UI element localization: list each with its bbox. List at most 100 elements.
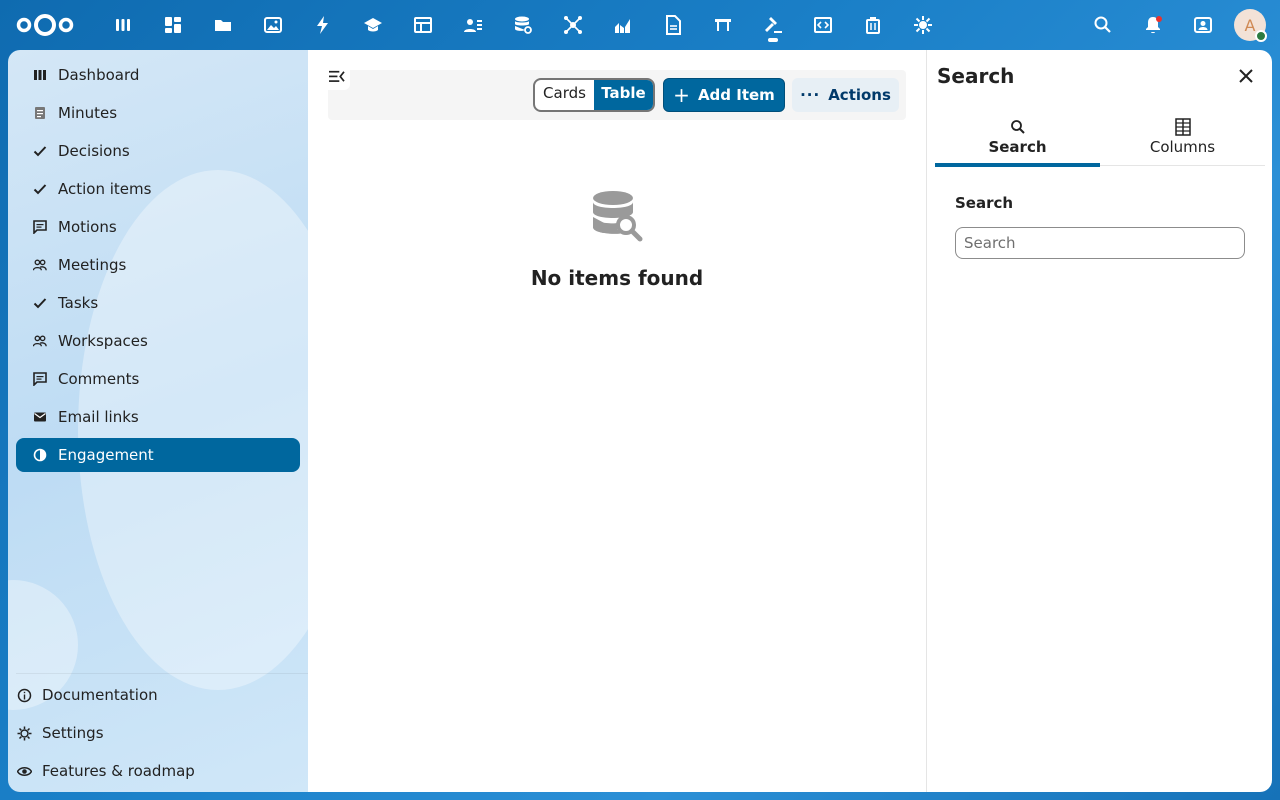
empty-state: No items found xyxy=(308,190,926,290)
email-icon xyxy=(32,409,48,425)
empty-state-title: No items found xyxy=(530,266,704,290)
view-table-option[interactable]: Table xyxy=(594,80,653,110)
sidebar-tabs: Search Columns xyxy=(935,108,1265,167)
app-trash-icon[interactable] xyxy=(848,0,898,50)
notifications-bell-icon[interactable] xyxy=(1128,0,1178,50)
nav-item-label: Dashboard xyxy=(58,66,140,84)
nav-item-meetings[interactable]: Meetings xyxy=(16,248,300,282)
avatar-letter: A xyxy=(1244,15,1256,35)
people-icon xyxy=(32,257,48,273)
nav-item-minutes[interactable]: Minutes xyxy=(16,96,300,130)
more-dots-icon: ··· xyxy=(800,86,821,104)
nav-item-engagement[interactable]: Engagement xyxy=(16,438,300,472)
nav-item-label: Workspaces xyxy=(58,332,148,350)
toggle-navigation-icon[interactable] xyxy=(324,64,348,88)
nav-item-label: Minutes xyxy=(58,104,118,122)
app-learning-icon[interactable] xyxy=(348,0,398,50)
app-tables-icon[interactable] xyxy=(398,0,448,50)
app-navigation: Dashboard Minutes Decisions Action items… xyxy=(8,50,308,792)
nav-item-email-links[interactable]: Email links xyxy=(16,400,300,434)
app-gavel-icon[interactable] xyxy=(748,0,798,50)
view-switch: Cards Table xyxy=(533,78,655,112)
nav-item-tasks[interactable]: Tasks xyxy=(16,286,300,320)
app-files-icon[interactable] xyxy=(198,0,248,50)
tab-search-label: Search xyxy=(988,138,1047,156)
notification-dot xyxy=(1156,16,1162,22)
search-input[interactable] xyxy=(955,227,1245,259)
top-header: A xyxy=(0,0,1280,50)
check-icon xyxy=(32,295,48,311)
tab-search[interactable]: Search xyxy=(935,108,1100,167)
pie-chart-icon xyxy=(32,447,48,463)
sidebar-title: Search xyxy=(937,64,1015,88)
comment-icon xyxy=(32,371,48,387)
app-database-icon[interactable] xyxy=(498,0,548,50)
nav-item-label: Comments xyxy=(58,370,140,388)
comment-icon xyxy=(32,219,48,235)
nav-footer-label: Settings xyxy=(42,724,104,742)
search-field-label: Search xyxy=(955,194,1014,212)
nav-item-motions[interactable]: Motions xyxy=(16,210,300,244)
header-right: A xyxy=(1078,0,1268,50)
check-icon xyxy=(32,143,48,159)
nav-footer-features[interactable]: Features & roadmap xyxy=(16,754,308,788)
app-whiteboard-icon[interactable] xyxy=(698,0,748,50)
tab-columns[interactable]: Columns xyxy=(1100,108,1265,166)
check-icon xyxy=(32,181,48,197)
nav-footer-documentation[interactable]: Documentation xyxy=(16,678,308,712)
close-icon[interactable] xyxy=(1236,66,1256,86)
gear-icon xyxy=(16,725,32,741)
nav-item-label: Tasks xyxy=(58,294,99,312)
app-dashboard-icon[interactable] xyxy=(148,0,198,50)
app-flow-icon[interactable] xyxy=(548,0,598,50)
search-icon xyxy=(1010,120,1025,134)
columns-icon xyxy=(1174,118,1191,136)
add-item-label: Add Item xyxy=(697,86,775,104)
right-sidebar: Search Search Columns Search xyxy=(926,50,1272,792)
tab-columns-label: Columns xyxy=(1149,138,1216,156)
nav-item-dashboard[interactable]: Dashboard xyxy=(16,58,300,92)
app-contacts-icon[interactable] xyxy=(448,0,498,50)
people-icon xyxy=(32,333,48,349)
contacts-menu-icon[interactable] xyxy=(1178,0,1228,50)
nav-item-label: Engagement xyxy=(58,446,154,464)
nextcloud-logo[interactable] xyxy=(14,12,76,38)
nav-item-workspaces[interactable]: Workspaces xyxy=(16,324,300,358)
app-menu xyxy=(98,0,948,50)
view-cards-option[interactable]: Cards xyxy=(535,80,594,110)
nav-list: Dashboard Minutes Decisions Action items… xyxy=(16,58,300,476)
nav-item-decisions[interactable]: Decisions xyxy=(16,134,300,168)
dashboard-icon xyxy=(32,67,48,83)
eye-icon xyxy=(16,763,32,779)
app-activity-icon[interactable] xyxy=(298,0,348,50)
nav-item-label: Decisions xyxy=(58,142,130,160)
nav-item-action-items[interactable]: Action items xyxy=(16,172,300,206)
nav-footer-label: Features & roadmap xyxy=(42,762,195,780)
app-photos-icon[interactable] xyxy=(248,0,298,50)
actions-label: Actions xyxy=(828,86,891,104)
nav-item-label: Action items xyxy=(58,180,152,198)
search-icon[interactable] xyxy=(1078,0,1128,50)
toolbar: Cards Table + Add Item ··· Actions xyxy=(328,70,906,120)
nav-item-label: Motions xyxy=(58,218,117,236)
nav-footer-settings[interactable]: Settings xyxy=(16,716,308,750)
online-status-icon xyxy=(1255,30,1267,42)
nav-footer: Documentation Settings Features & roadma… xyxy=(16,673,308,792)
info-icon xyxy=(16,687,32,703)
nav-item-label: Email links xyxy=(58,408,139,426)
app-code-icon[interactable] xyxy=(798,0,848,50)
app-document-icon[interactable] xyxy=(648,0,698,50)
plus-icon: + xyxy=(673,83,690,107)
database-search-icon xyxy=(593,191,643,242)
app-analytics-icon[interactable] xyxy=(598,0,648,50)
app-settings-gear-icon[interactable] xyxy=(898,0,948,50)
main-content: Cards Table + Add Item ··· Actions No it… xyxy=(308,50,926,792)
nav-item-comments[interactable]: Comments xyxy=(16,362,300,396)
add-item-button[interactable]: + Add Item xyxy=(663,78,785,112)
nav-footer-label: Documentation xyxy=(42,686,158,704)
nav-item-label: Meetings xyxy=(58,256,127,274)
actions-button[interactable]: ··· Actions xyxy=(792,78,899,112)
document-icon xyxy=(32,105,48,121)
user-avatar[interactable]: A xyxy=(1234,9,1267,42)
app-deck-icon[interactable] xyxy=(98,0,148,50)
